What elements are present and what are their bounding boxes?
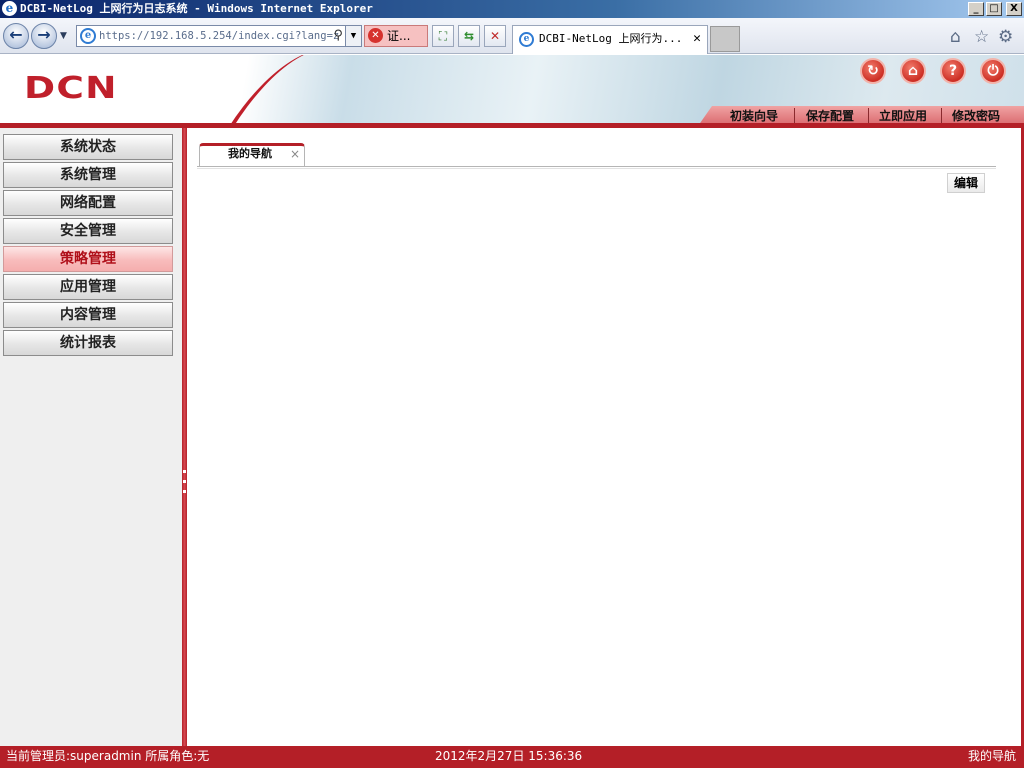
address-dropdown-icon[interactable]: ▼ bbox=[345, 26, 361, 46]
menu-divider bbox=[941, 108, 942, 124]
history-dropdown-icon[interactable]: ▼ bbox=[60, 31, 67, 41]
sidebar-splitter[interactable] bbox=[182, 128, 187, 746]
browser-tab[interactable]: e DCBI-NetLog 上网行为... ✕ bbox=[512, 25, 708, 54]
current-time: 2012年2月27日 15:36:36 bbox=[435, 749, 583, 763]
browser-tab-title: DCBI-NetLog 上网行为... bbox=[539, 32, 683, 45]
app-header: DCN ↻ ⌂ ? ⏻ 初装向导 保存配置 立即应用 修改密码 bbox=[0, 55, 1024, 128]
tab-my-navigation[interactable]: 我的导航 × bbox=[199, 143, 305, 167]
browser-navbar: ← → ▼ e https://192.168.5.254/index.cgi?… bbox=[0, 18, 1024, 54]
search-icon[interactable]: ⚲ bbox=[333, 26, 343, 46]
window-controls: _ □ X bbox=[968, 2, 1022, 16]
header-swoosh bbox=[201, 55, 375, 128]
maximize-button[interactable]: □ bbox=[986, 2, 1002, 16]
tab-close-icon[interactable]: ✕ bbox=[693, 26, 701, 52]
refresh-round-icon[interactable]: ↻ bbox=[860, 58, 886, 84]
sidebar-item-system-management[interactable]: 系统管理 bbox=[3, 162, 173, 188]
gear-icon[interactable]: ⚙ bbox=[998, 27, 1013, 47]
sidebar: 系统状态 系统管理 网络配置 安全管理 策略管理 应用管理 内容管理 统计报表 bbox=[0, 128, 182, 746]
sidebar-item-policy[interactable]: 策略管理 bbox=[3, 246, 173, 272]
home-round-icon[interactable]: ⌂ bbox=[900, 58, 926, 84]
window-title: DCBI-NetLog 上网行为日志系统 - Windows Internet … bbox=[20, 2, 373, 15]
address-text: https://192.168.5.254/index.cgi?lang=z bbox=[99, 30, 340, 42]
help-round-icon[interactable]: ? bbox=[940, 58, 966, 84]
tab-ie-icon: e bbox=[519, 32, 534, 47]
sidebar-item-reports[interactable]: 统计报表 bbox=[3, 330, 173, 356]
current-location: 我的导航 bbox=[967, 749, 1016, 763]
window-titlebar: e DCBI-NetLog 上网行为日志系统 - Windows Interne… bbox=[0, 0, 1024, 18]
dcn-logo: DCN bbox=[24, 71, 118, 106]
home-icon[interactable]: ⌂ bbox=[950, 27, 961, 47]
tab-label: 我的导航 bbox=[228, 147, 272, 160]
stop-icon[interactable]: ✕ bbox=[484, 25, 506, 47]
tab-close-icon[interactable]: × bbox=[290, 146, 300, 162]
splitter-grip bbox=[183, 480, 186, 483]
status-bar: 当前管理员:superadmin 所属角色:无 2012年2月27日 15:36… bbox=[0, 746, 1024, 768]
edit-button[interactable]: 编辑 bbox=[947, 173, 985, 193]
new-tab-button[interactable] bbox=[710, 26, 740, 52]
logout-round-icon[interactable]: ⏻ bbox=[980, 58, 1006, 84]
menu-divider bbox=[868, 108, 869, 124]
cert-label: 证... bbox=[387, 29, 411, 43]
forward-icon[interactable]: → bbox=[31, 23, 57, 49]
sidebar-item-content[interactable]: 内容管理 bbox=[3, 302, 173, 328]
splitter-grip bbox=[183, 490, 186, 493]
splitter-grip bbox=[183, 470, 186, 473]
minimize-button[interactable]: _ bbox=[968, 2, 984, 16]
back-icon[interactable]: ← bbox=[3, 23, 29, 49]
sidebar-item-security[interactable]: 安全管理 bbox=[3, 218, 173, 244]
menu-divider bbox=[794, 108, 795, 124]
compatibility-icon[interactable]: ⛶ bbox=[432, 25, 454, 47]
sidebar-item-system-status[interactable]: 系统状态 bbox=[3, 134, 173, 160]
sidebar-item-network-config[interactable]: 网络配置 bbox=[3, 190, 173, 216]
certificate-error-button[interactable]: ✕ 证... bbox=[364, 25, 428, 47]
page-icon: e bbox=[80, 28, 96, 44]
certificate-error-icon: ✕ bbox=[368, 28, 383, 43]
tab-divider bbox=[197, 166, 996, 167]
ie-logo-icon: e bbox=[2, 1, 17, 16]
tab-divider-shadow bbox=[197, 168, 996, 169]
refresh-icon[interactable]: ⇆ bbox=[458, 25, 480, 47]
current-admin: 当前管理员:superadmin 所属角色:无 bbox=[6, 749, 210, 763]
address-bar[interactable]: e https://192.168.5.254/index.cgi?lang=z… bbox=[76, 25, 362, 47]
close-window-button[interactable]: X bbox=[1006, 2, 1022, 16]
sidebar-item-application[interactable]: 应用管理 bbox=[3, 274, 173, 300]
favorites-icon[interactable]: ☆ bbox=[974, 27, 989, 47]
